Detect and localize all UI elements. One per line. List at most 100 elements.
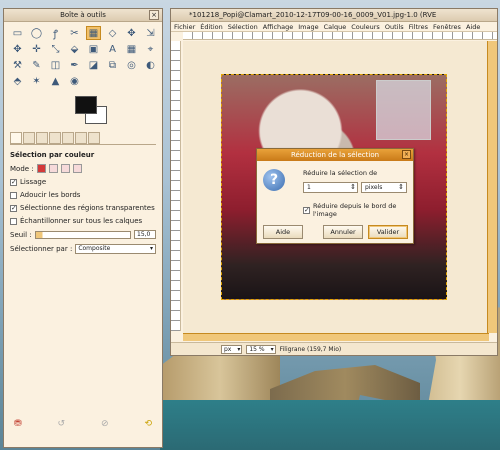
tab-undo-history[interactable]	[36, 132, 48, 144]
feather-checkbox[interactable]	[10, 191, 17, 199]
color-swatches	[10, 94, 156, 130]
zoom-dropdown[interactable]: 15 %	[246, 344, 276, 354]
menu-calque[interactable]: Calque	[324, 23, 347, 31]
smudge-tool-icon[interactable]: ◉	[67, 74, 82, 88]
select-by-dropdown[interactable]: Composite	[75, 244, 156, 254]
option-sample-merged[interactable]: Échantillonner sur tous les calques	[10, 217, 156, 225]
reset-options-icon[interactable]: ⟲	[144, 419, 152, 429]
ok-button[interactable]: Valider	[368, 225, 408, 239]
perspective-tool-icon[interactable]: ▣	[86, 42, 101, 56]
option-label: Sélectionne des régions transparentes	[20, 204, 155, 212]
sea	[160, 400, 500, 450]
ink-tool-icon[interactable]: ✒	[67, 58, 82, 72]
menu-outils[interactable]: Outils	[385, 23, 404, 31]
bucket-fill-tool-icon[interactable]: ▲	[48, 74, 63, 88]
menu-aide[interactable]: Aide	[466, 23, 480, 31]
shrink-selection-dialog: Réduction de la sélection × ? Réduire la…	[256, 148, 414, 244]
free-select-tool-icon[interactable]: ꝭ	[48, 26, 63, 40]
eraser-tool-icon[interactable]: ◫	[48, 58, 63, 72]
shrink-label: Réduire la sélection de	[303, 169, 378, 177]
option-antialias[interactable]: Lissage	[10, 178, 156, 186]
restore-options-icon[interactable]: ↺	[57, 419, 65, 429]
move-tool-icon[interactable]: ✥	[124, 26, 139, 40]
unit-select[interactable]: pixels	[361, 182, 407, 193]
color-picker-tool-icon[interactable]: ⌖	[143, 42, 158, 56]
pencil-tool-icon[interactable]: ✎	[29, 58, 44, 72]
ruler-vertical[interactable]	[171, 41, 181, 331]
mode-row: Mode :	[10, 164, 156, 173]
color-select-tool-icon[interactable]: ▦	[86, 26, 101, 40]
menu-couleurs[interactable]: Couleurs	[351, 23, 380, 31]
option-transparent[interactable]: Sélectionne des régions transparentes	[10, 204, 156, 212]
tab-brushes[interactable]	[62, 132, 74, 144]
menu-affichage[interactable]: Affichage	[263, 23, 294, 31]
mode-label: Mode :	[10, 164, 34, 173]
image-title: *101218_Popi@Clamart_2010-12-17T09-00-16…	[189, 11, 437, 19]
close-icon[interactable]: ×	[402, 150, 411, 159]
menu-fichier[interactable]: Fichier	[174, 23, 195, 31]
tab-tool-options[interactable]	[10, 132, 22, 144]
shrink-from-edge-checkbox[interactable]	[303, 206, 310, 214]
status-text: Filigrane (159,7 Mio)	[279, 345, 342, 353]
image-titlebar: *101218_Popi@Clamart_2010-12-17T09-00-16…	[171, 9, 497, 22]
ellipse-select-tool-icon[interactable]: ◯	[29, 26, 44, 40]
save-options-icon[interactable]: ⛃	[14, 419, 22, 429]
scale-tool-icon[interactable]: ⤡	[48, 42, 63, 56]
antialias-checkbox[interactable]	[10, 178, 17, 186]
unit-dropdown[interactable]: px	[221, 344, 243, 354]
threshold-spinbox[interactable]: 15,0	[134, 230, 156, 239]
scissors-tool-icon[interactable]: ✂	[67, 26, 82, 40]
heal-tool-icon[interactable]: ⚒	[10, 58, 25, 72]
menu-edition[interactable]: Édition	[200, 23, 223, 31]
tab-patterns[interactable]	[75, 132, 87, 144]
mode-add-button[interactable]	[48, 164, 58, 173]
shrink-from-edge-option[interactable]: Réduire depuis le bord de l'image	[303, 202, 413, 218]
fuzzy-select-tool-icon[interactable]: ◇	[105, 26, 120, 40]
rect-select-tool-icon[interactable]: ▭	[10, 26, 25, 40]
ruler-horizontal[interactable]	[183, 32, 497, 40]
close-icon[interactable]: ×	[149, 10, 159, 20]
rotate-tool-icon[interactable]: ✛	[29, 42, 44, 56]
foreground-color-swatch[interactable]	[75, 96, 97, 114]
blur-tool-icon[interactable]: ◎	[124, 58, 139, 72]
airbrush-tool-icon[interactable]: ✶	[29, 74, 44, 88]
menu-fenetres[interactable]: Fenêtres	[433, 23, 461, 31]
menubar: Fichier Édition Sélection Affichage Imag…	[171, 22, 497, 32]
shear-tool-icon[interactable]: ⬙	[67, 42, 82, 56]
help-button[interactable]: Aide	[263, 225, 303, 239]
transparent-checkbox[interactable]	[10, 204, 17, 212]
horizontal-scrollbar[interactable]	[183, 333, 489, 341]
toolbox-titlebar: Boîte à outils ×	[4, 9, 162, 22]
delete-options-icon[interactable]: ⊘	[101, 419, 109, 429]
tool-grid: ▭ ◯ ꝭ ✂ ▦ ◇ ✥ ⇲ ✥ ✛ ⤡ ⬙ ▣ A ▦ ⌖ ⚒ ✎ ◫ ✒ …	[4, 22, 162, 92]
option-feather[interactable]: Adoucir les bords	[10, 191, 156, 199]
option-label: Lissage	[20, 178, 47, 186]
tab-gradients[interactable]	[88, 132, 100, 144]
threshold-slider[interactable]	[34, 230, 131, 239]
sample-merged-checkbox[interactable]	[10, 217, 17, 225]
menu-image[interactable]: Image	[298, 23, 318, 31]
vertical-scrollbar[interactable]	[487, 41, 497, 333]
shrink-from-edge-label: Réduire depuis le bord de l'image	[313, 202, 397, 218]
perspective-clone-tool-icon[interactable]: ⧉	[105, 58, 120, 72]
paths-tool-icon[interactable]: ⬘	[10, 74, 25, 88]
tab-images[interactable]	[49, 132, 61, 144]
mode-subtract-button[interactable]	[60, 164, 70, 173]
shrink-amount-input[interactable]: 1	[303, 182, 358, 193]
toolbox-window: Boîte à outils × ▭ ◯ ꝭ ✂ ▦ ◇ ✥ ⇲ ✥ ✛ ⤡ ⬙…	[3, 8, 163, 448]
blend-tool-icon[interactable]: ▦	[124, 42, 139, 56]
tab-device-status[interactable]	[23, 132, 35, 144]
mode-replace-button[interactable]	[36, 164, 46, 173]
mode-intersect-button[interactable]	[72, 164, 82, 173]
menu-selection[interactable]: Sélection	[228, 23, 258, 31]
menu-filtres[interactable]: Filtres	[409, 23, 428, 31]
dodge-burn-tool-icon[interactable]: ◐	[143, 58, 158, 72]
cancel-button[interactable]: Annuler	[323, 225, 363, 239]
align-tool-icon[interactable]: ✥	[10, 42, 25, 56]
text-tool-icon[interactable]: A	[105, 42, 120, 56]
threshold-row: Seuil : 15,0	[10, 230, 156, 239]
crop-tool-icon[interactable]: ⇲	[143, 26, 158, 40]
option-label: Échantillonner sur tous les calques	[20, 217, 143, 225]
threshold-label: Seuil :	[10, 230, 32, 239]
clone-tool-icon[interactable]: ◪	[86, 58, 101, 72]
